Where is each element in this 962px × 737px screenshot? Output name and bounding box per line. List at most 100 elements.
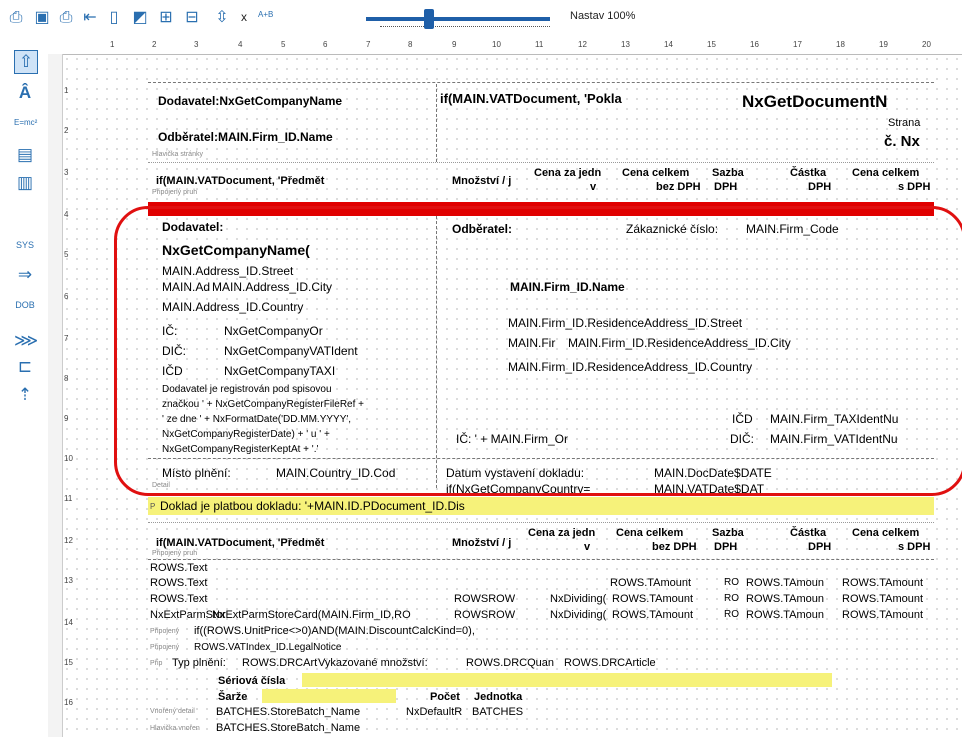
print-preview-icon[interactable]: ⎙ xyxy=(6,8,26,28)
col-predmet[interactable]: if(MAIN.VATDocument, 'Předmět xyxy=(156,536,324,550)
row-number: 8 xyxy=(64,374,69,383)
header-dodavatel[interactable]: Dodavatel:NxGetCompanyName xyxy=(158,94,342,108)
grid-icon[interactable]: ⋙ xyxy=(14,330,38,352)
rows-text[interactable]: ROWS.Text xyxy=(150,561,207,575)
header-odberatel[interactable]: Odběratel:MAIN.Firm_ID.Name xyxy=(158,130,333,144)
doklad-text[interactable]: Doklad je platbou dokladu: '+MAIN.ID.PDo… xyxy=(160,499,465,513)
col-s-dph[interactable]: s DPH xyxy=(898,540,930,554)
image-icon[interactable]: ▤ xyxy=(14,144,36,166)
col-castka[interactable]: Částka xyxy=(790,166,826,180)
col-dph[interactable]: DPH xyxy=(714,540,737,554)
batch-store[interactable]: BATCHES.StoreBatch_Name xyxy=(216,705,360,719)
col-predmet[interactable]: if(MAIN.VATDocument, 'Předmět xyxy=(156,174,324,188)
col-cena-jedn2[interactable]: v xyxy=(584,540,590,554)
col-castka[interactable]: Částka xyxy=(790,526,826,540)
rows-drcart[interactable]: ROWS.DRCArt xyxy=(242,656,317,670)
annotation-oval xyxy=(114,206,962,496)
rows-vykaz[interactable]: Vykazované množství: xyxy=(318,656,428,670)
col-cena-jedn[interactable]: Cena za jedn xyxy=(528,526,595,540)
properties-icon[interactable]: ⊟ xyxy=(182,8,202,28)
rows-tamount[interactable]: ROWS.TAmount xyxy=(842,592,923,606)
col-bez-dph[interactable]: bez DPH xyxy=(652,540,697,554)
page-break-icon[interactable]: ⇡ xyxy=(14,384,36,406)
zoom-slider-track[interactable] xyxy=(366,17,550,21)
rows-tamoun[interactable]: ROWS.TAmoun xyxy=(746,592,824,606)
rows-nxextcard[interactable]: NxExtParmStoreCard(MAIN.Firm_ID,RO xyxy=(212,608,411,622)
batch-jednotka[interactable]: Jednotka xyxy=(474,690,522,704)
col-sazba[interactable]: Sazba xyxy=(712,166,744,180)
rows-text[interactable]: ROWS.Text xyxy=(150,592,207,606)
ruler-mark: 3 xyxy=(194,40,199,49)
row-number: 5 xyxy=(64,250,69,259)
rows-nxdividing[interactable]: NxDividing( xyxy=(550,592,606,606)
arrow-up-icon[interactable]: ⇧ xyxy=(14,50,38,74)
rows-text[interactable]: ROWS.Text xyxy=(150,576,207,590)
col-cena-celkem2[interactable]: Cena celkem xyxy=(852,166,919,180)
system-field-icon[interactable]: SYS xyxy=(14,234,36,256)
col-cena-jedn2[interactable]: v xyxy=(590,180,596,194)
batch-nxdefault[interactable]: NxDefaultR xyxy=(406,705,462,719)
zoom-slider-thumb[interactable] xyxy=(424,9,434,29)
barcode-icon[interactable]: ▥ xyxy=(14,172,36,194)
move-icon[interactable]: ⇳ xyxy=(212,8,232,28)
col-bez-dph[interactable]: bez DPH xyxy=(656,180,701,194)
header-doc-name[interactable]: NxGetDocumentN xyxy=(742,92,887,112)
col-cena-celkem[interactable]: Cena celkem xyxy=(622,166,689,180)
rows-legal[interactable]: ROWS.VATIndex_ID.LegalNotice xyxy=(194,641,341,655)
header-cislo[interactable]: č. Nx xyxy=(884,134,920,150)
col-mnozstvi[interactable]: Množství / j xyxy=(452,174,511,188)
doklad-mark: P xyxy=(150,502,156,511)
rows-typ-plneni[interactable]: Typ plnění: xyxy=(172,656,226,670)
rows-tamoun[interactable]: ROWS.TAmoun xyxy=(746,576,824,590)
rows-rowsrow[interactable]: ROWSROW xyxy=(454,608,515,622)
row-number: 9 xyxy=(64,414,69,423)
col-cena-celkem2[interactable]: Cena celkem xyxy=(852,526,919,540)
rows-rowsrow[interactable]: ROWSROW xyxy=(454,592,515,606)
col-castka-dph[interactable]: DPH xyxy=(808,540,831,554)
subreport-icon[interactable]: ⊏ xyxy=(14,356,36,378)
rows-nxdividing[interactable]: NxDividing( xyxy=(550,608,606,622)
rows-ro[interactable]: RO xyxy=(724,608,739,622)
batch-sarze[interactable]: Šarže xyxy=(218,690,247,704)
rows-ro[interactable]: RO xyxy=(724,592,739,606)
rows-tamount[interactable]: ROWS.TAmount xyxy=(842,608,923,622)
rows-tamount[interactable]: ROWS.TAmount xyxy=(610,576,691,590)
col-cena-jedn[interactable]: Cena za jedn xyxy=(534,166,601,180)
rows-drcarticle[interactable]: ROWS.DRCArticle xyxy=(564,656,656,670)
batch-seriova[interactable]: Sériová čísla xyxy=(218,674,285,688)
row-number: 16 xyxy=(64,698,73,707)
col-s-dph[interactable]: s DPH xyxy=(898,180,930,194)
batch-batches[interactable]: BATCHES xyxy=(472,705,523,719)
header-strana[interactable]: Strana xyxy=(888,116,920,130)
col-sazba[interactable]: Sazba xyxy=(712,526,744,540)
rows-tamount[interactable]: ROWS.TAmount xyxy=(612,592,693,606)
batch-pocet[interactable]: Počet xyxy=(430,690,460,704)
export-icon[interactable]: ⇤ xyxy=(80,8,100,28)
rows-unitprice[interactable]: if((ROWS.UnitPrice<>0)AND(MAIN.DiscountC… xyxy=(194,624,475,638)
ruler-mark: 14 xyxy=(664,40,673,49)
section-label: Vnořený detail xyxy=(150,708,195,715)
formula-icon[interactable]: E=mc² xyxy=(14,112,37,134)
col-castka-dph[interactable]: DPH xyxy=(808,180,831,194)
col-dph[interactable]: DPH xyxy=(714,180,737,194)
rows-tamount[interactable]: ROWS.TAmount xyxy=(612,608,693,622)
header-vat-doc[interactable]: if(MAIN.VATDocument, 'Pokla xyxy=(440,92,622,106)
ruler-mark: 1 xyxy=(110,40,115,49)
text-field-icon[interactable]: Â xyxy=(14,82,36,104)
batch-store[interactable]: BATCHES.StoreBatch_Name xyxy=(216,721,360,735)
rectangle-icon[interactable]: DOB xyxy=(14,294,36,316)
rows-drcquan[interactable]: ROWS.DRCQuan xyxy=(466,656,554,670)
col-cena-celkem[interactable]: Cena celkem xyxy=(616,526,683,540)
col-mnozstvi[interactable]: Množství / j xyxy=(452,536,511,550)
rows-tamount[interactable]: ROWS.TAmount xyxy=(842,576,923,590)
rows-ro[interactable]: RO xyxy=(724,576,739,590)
page-icon[interactable]: ▯ xyxy=(104,8,124,28)
data-icon[interactable]: ⊞ xyxy=(156,8,176,28)
save-icon[interactable]: ▣ xyxy=(32,8,52,28)
a-plus-b-icon[interactable]: A+B xyxy=(258,10,273,19)
chart-icon[interactable]: ◩ xyxy=(130,8,150,28)
print-icon[interactable]: ⎙ xyxy=(56,8,76,28)
close-icon[interactable]: x xyxy=(241,10,247,24)
line-icon[interactable]: ⇒ xyxy=(14,264,36,286)
rows-tamoun[interactable]: ROWS.TAmoun xyxy=(746,608,824,622)
